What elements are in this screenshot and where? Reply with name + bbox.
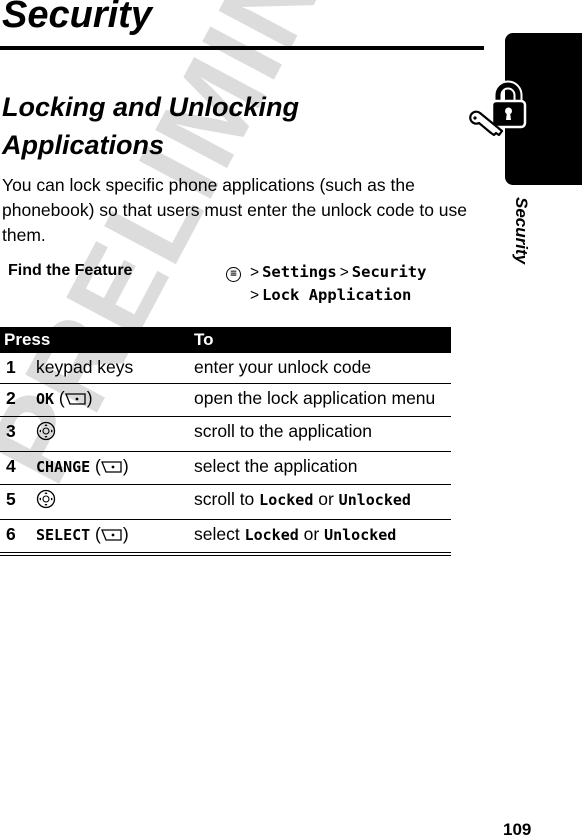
side-tab-label: Security [512,197,531,265]
press-header: Press [0,327,194,353]
table-header-row: Press To [0,327,451,353]
soft-key-icon [100,456,123,480]
path-separator: > [339,264,349,281]
intro-paragraph: You can lock specific phone applications… [2,175,468,245]
table-row: 1 keypad keys enter your unlock code [0,353,451,384]
change-key-label: CHANGE [36,458,91,476]
to-text: scroll to [194,489,255,509]
page-title: Security [2,0,152,36]
table-row: 5 scroll to Locked or Unlocked [0,484,451,520]
lock-and-key-icon [468,80,528,145]
to-cell: enter your unlock code [194,353,451,384]
table-row: 6 SELECT () select Locked or Unlocked [0,519,451,556]
option-unlocked: Unlocked [338,491,411,509]
press-cell: SELECT () [36,519,194,556]
menu-key-icon: ≡ [226,267,241,282]
option-unlocked: Unlocked [324,526,397,544]
press-cell [36,484,194,520]
find-feature-label: Find the Feature [8,262,133,279]
title-divider [0,46,484,50]
path-lock-application: Lock Application [262,286,412,304]
to-cell: open the lock application menu [194,383,451,417]
step-number: 6 [0,519,36,556]
to-cell: select Locked or Unlocked [194,519,451,556]
step-number: 5 [0,484,36,520]
select-key-label: SELECT [36,526,91,544]
step-number: 3 [0,416,36,452]
section-title: Locking and Unlocking Applications [2,92,300,160]
to-cell: scroll to Locked or Unlocked [194,484,451,520]
page-number: 109 [503,820,532,839]
press-cell [36,416,194,452]
to-cell: scroll to the application [194,416,451,452]
to-text: select [194,524,240,544]
table-row: 4 CHANGE () select the application [0,451,451,485]
ok-key-label: OK [36,390,55,408]
step-number: 4 [0,451,36,485]
press-cell: CHANGE () [36,451,194,485]
to-text: or [318,489,334,509]
to-cell: select the application [194,451,451,485]
find-feature-path: ≡ > Settings > Security > Lock Application [226,261,426,307]
path-separator: > [250,264,260,281]
table-row: 2 OK () open the lock application menu [0,383,451,417]
option-locked: Locked [259,491,314,509]
path-settings: Settings [262,263,337,281]
path-separator: > [250,287,260,304]
path-security: Security [351,263,427,281]
press-cell: OK () [36,383,194,417]
nav-key-icon [36,421,56,447]
table-row: 3 scroll to the application [0,416,451,452]
option-locked: Locked [244,526,299,544]
press-cell: keypad keys [36,353,194,384]
nav-key-icon [36,489,56,515]
steps-table: Press To 1 keypad keys enter your unlock… [0,327,451,556]
step-number: 2 [0,383,36,417]
step-number: 1 [0,353,36,384]
to-header: To [194,327,451,353]
soft-key-icon [100,524,123,548]
to-text: or [303,524,320,544]
soft-key-icon [64,388,87,412]
